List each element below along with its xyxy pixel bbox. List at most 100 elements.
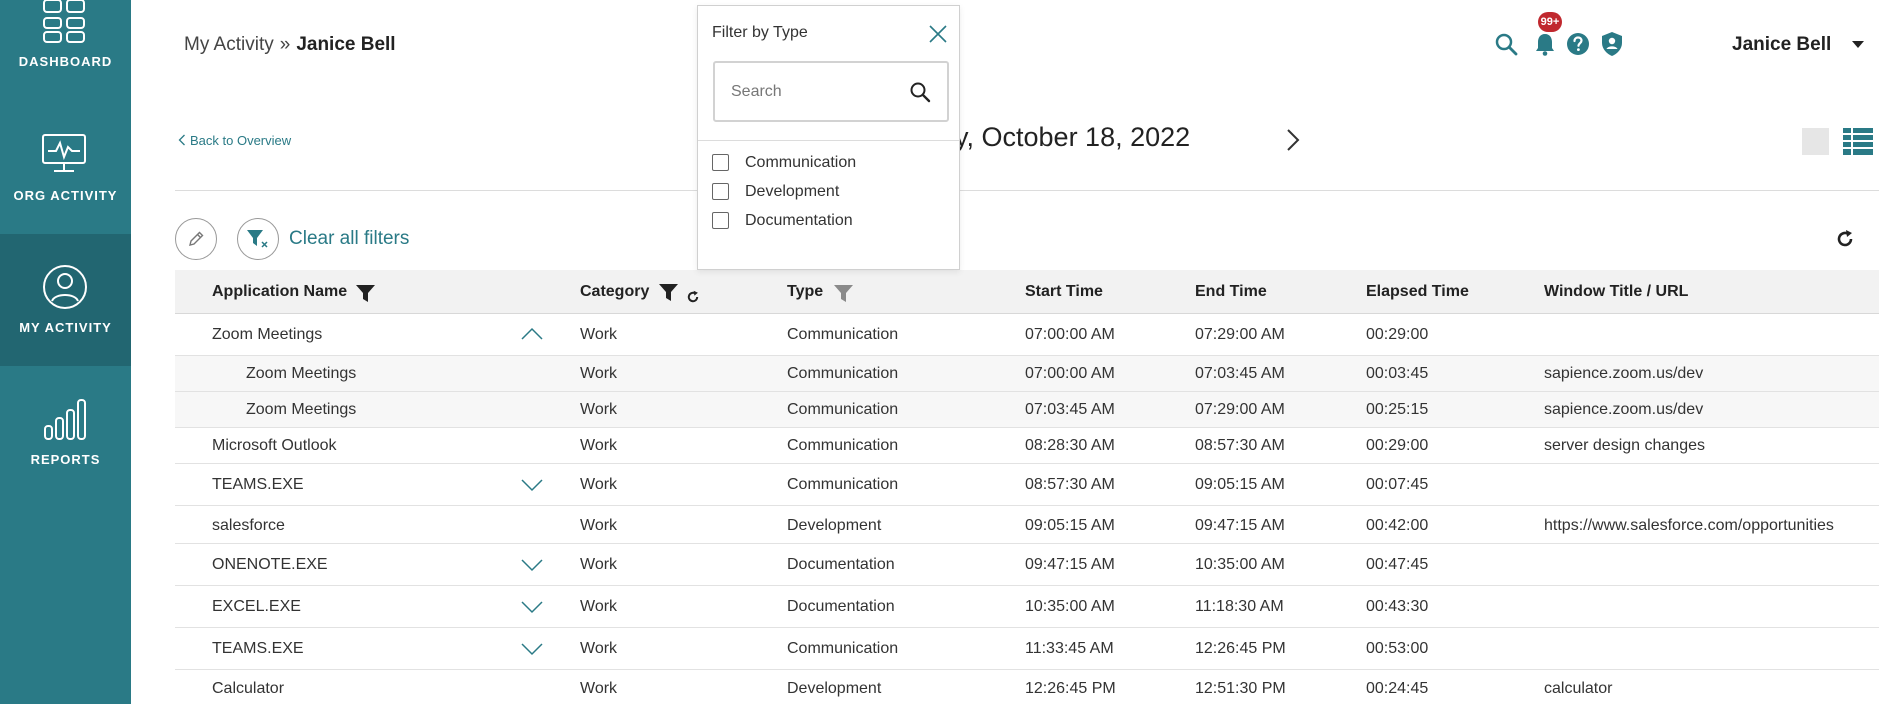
- sidebar-item-reports[interactable]: REPORTS: [0, 366, 131, 498]
- cell-elapsed-time: 00:29:00: [1366, 326, 1429, 343]
- clear-filters-button[interactable]: [237, 218, 279, 260]
- table-row[interactable]: Zoom Meetings Work Communication 07:00:0…: [175, 314, 1879, 356]
- column-header-end-time[interactable]: End Time: [1195, 283, 1267, 301]
- cell-category: Work: [580, 517, 618, 534]
- pencil-icon: [189, 231, 204, 246]
- table-row[interactable]: Microsoft Outlook Work Communication 08:…: [175, 428, 1879, 464]
- cell-window-title[interactable]: sapience.zoom.us/dev: [1544, 365, 1703, 383]
- refresh-icon[interactable]: [686, 290, 700, 304]
- close-icon[interactable]: [928, 24, 948, 44]
- checkbox[interactable]: [712, 183, 729, 200]
- chevron-down-icon[interactable]: [520, 642, 544, 656]
- user-menu[interactable]: Janice Bell: [1732, 34, 1865, 56]
- cell-category: Work: [580, 401, 618, 418]
- cell-start-time: 10:35:00 AM: [1025, 598, 1115, 615]
- breadcrumb-separator: »: [279, 34, 291, 55]
- table-row[interactable]: EXCEL.EXE Work Documentation 10:35:00 AM…: [175, 586, 1879, 628]
- tile-view-toggle[interactable]: [1802, 128, 1829, 155]
- edit-button[interactable]: [175, 218, 217, 260]
- chevron-left-icon: [178, 134, 185, 146]
- table-row[interactable]: Calculator Work Development 12:26:45 PM …: [175, 670, 1879, 704]
- filter-by-type-popup: Filter by Type Communication Development…: [697, 5, 960, 270]
- cell-window-title[interactable]: https://www.salesforce.com/opportunities: [1544, 517, 1834, 535]
- breadcrumb-root[interactable]: My Activity: [184, 34, 274, 55]
- back-to-overview-link[interactable]: Back to Overview: [178, 133, 291, 148]
- column-header-type[interactable]: Type: [787, 283, 823, 301]
- sidebar-item-label: MY ACTIVITY: [19, 320, 112, 335]
- table-row[interactable]: TEAMS.EXE Work Communication 08:57:30 AM…: [175, 464, 1879, 506]
- filter-search-input[interactable]: [729, 79, 903, 105]
- bell-icon[interactable]: [1534, 32, 1556, 56]
- chevron-up-icon[interactable]: [520, 327, 544, 341]
- cell-type: Development: [787, 680, 882, 697]
- search-icon[interactable]: [1494, 32, 1518, 56]
- user-icon: [43, 265, 87, 309]
- table-row[interactable]: TEAMS.EXE Work Communication 11:33:45 AM…: [175, 628, 1879, 670]
- cell-start-time: 12:26:45 PM: [1025, 680, 1116, 697]
- sidebar-item-org-activity[interactable]: ORG ACTIVITY: [0, 102, 131, 234]
- list-view-icon[interactable]: [1843, 128, 1873, 155]
- breadcrumb: My Activity» Janice Bell: [184, 34, 396, 56]
- cell-elapsed-time: 00:03:45: [1366, 365, 1429, 382]
- cell-end-time: 07:29:00 AM: [1195, 401, 1285, 418]
- shield-user-icon[interactable]: [1600, 31, 1624, 57]
- popup-divider: [698, 140, 959, 141]
- chevron-down-icon[interactable]: [520, 478, 544, 492]
- cell-category: Work: [580, 556, 618, 573]
- sidebar-item-my-activity[interactable]: MY ACTIVITY: [0, 234, 131, 366]
- next-day-arrow-icon[interactable]: [1286, 128, 1300, 152]
- monitor-pulse-icon: [42, 134, 86, 172]
- cell-category: Work: [580, 365, 618, 382]
- cell-elapsed-time: 00:25:15: [1366, 401, 1429, 418]
- cell-end-time: 10:35:00 AM: [1195, 556, 1285, 573]
- table-row[interactable]: salesforce Work Development 09:05:15 AM …: [175, 506, 1879, 544]
- filter-icon[interactable]: [834, 284, 853, 303]
- header-divider: [175, 190, 1879, 191]
- chevron-down-icon[interactable]: [520, 600, 544, 614]
- column-header-window-title[interactable]: Window Title / URL: [1544, 283, 1688, 301]
- filter-icon[interactable]: [356, 284, 375, 303]
- cell-end-time: 09:05:15 AM: [1195, 476, 1285, 493]
- refresh-icon[interactable]: [1835, 229, 1855, 249]
- clear-all-filters-link[interactable]: Clear all filters: [289, 228, 409, 250]
- filter-icon[interactable]: [659, 283, 678, 302]
- chevron-down-icon[interactable]: [520, 558, 544, 572]
- sidebar-item-label: REPORTS: [30, 452, 101, 467]
- sidebar-item-label: DASHBOARD: [18, 54, 113, 69]
- column-header-category[interactable]: Category: [580, 283, 649, 301]
- bar-chart-icon: [44, 399, 86, 440]
- column-header-application-name[interactable]: Application Name: [212, 283, 347, 301]
- checkbox[interactable]: [712, 212, 729, 229]
- popup-title: Filter by Type: [712, 24, 808, 41]
- cell-type: Communication: [787, 326, 899, 343]
- cell-elapsed-time: 00:42:00: [1366, 517, 1429, 534]
- table-row[interactable]: Zoom Meetings Work Communication 07:00:0…: [175, 356, 1879, 392]
- table-row[interactable]: Zoom Meetings Work Communication 07:03:4…: [175, 392, 1879, 428]
- cell-type: Documentation: [787, 556, 895, 573]
- search-icon[interactable]: [909, 81, 931, 103]
- cell-elapsed-time: 00:47:45: [1366, 556, 1429, 573]
- column-header-start-time[interactable]: Start Time: [1025, 283, 1103, 301]
- cell-end-time: 07:29:00 AM: [1195, 326, 1285, 343]
- user-name: Janice Bell: [1732, 34, 1832, 55]
- checkbox[interactable]: [712, 154, 729, 171]
- cell-start-time: 07:00:00 AM: [1025, 326, 1115, 343]
- cell-window-title: calculator: [1544, 680, 1613, 697]
- column-header-elapsed-time[interactable]: Elapsed Time: [1366, 283, 1469, 301]
- cell-category: Work: [580, 476, 618, 493]
- cell-type: Communication: [787, 437, 899, 454]
- cell-end-time: 12:51:30 PM: [1195, 680, 1286, 697]
- cell-start-time: 08:57:30 AM: [1025, 476, 1115, 493]
- cell-end-time: 07:03:45 AM: [1195, 365, 1285, 382]
- cell-application-name: salesforce: [212, 517, 285, 534]
- cell-window-title[interactable]: sapience.zoom.us/dev: [1544, 401, 1703, 419]
- table-row[interactable]: ONENOTE.EXE Work Documentation 09:47:15 …: [175, 544, 1879, 586]
- cell-elapsed-time: 00:53:00: [1366, 640, 1429, 657]
- sidebar-item-dashboard[interactable]: DASHBOARD: [0, 0, 131, 100]
- help-icon[interactable]: [1566, 32, 1590, 56]
- dashboard-icon: [43, 0, 85, 43]
- cell-elapsed-time: 00:29:00: [1366, 437, 1429, 454]
- filter-option-label: Communication: [745, 154, 857, 171]
- cell-application-name: ONENOTE.EXE: [212, 556, 328, 573]
- breadcrumb-current: Janice Bell: [296, 34, 396, 55]
